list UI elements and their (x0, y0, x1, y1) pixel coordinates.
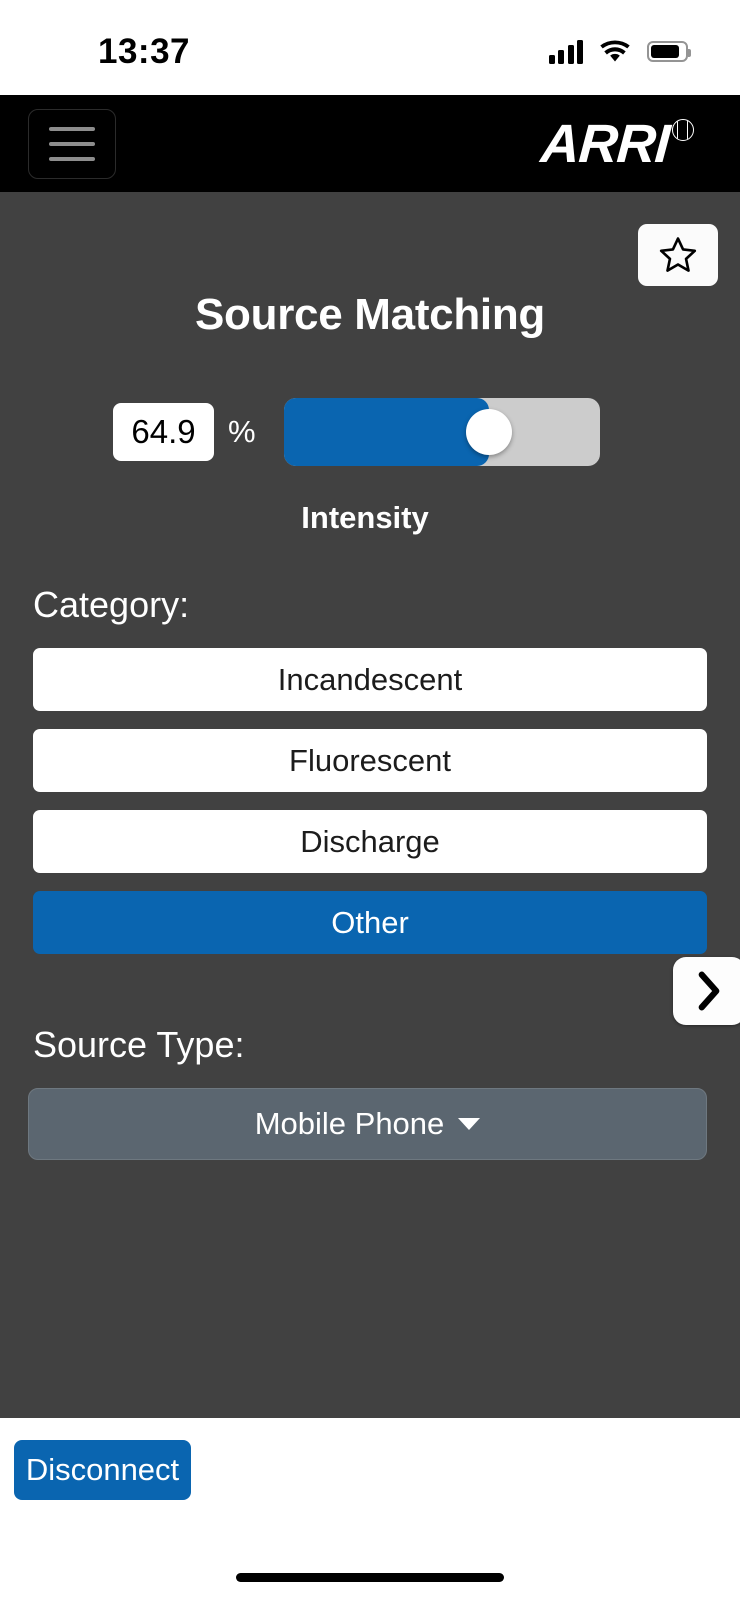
category-option-other[interactable]: Other (33, 891, 707, 954)
hamburger-menu-icon[interactable] (28, 109, 116, 179)
slider-fill (284, 398, 489, 466)
arri-registered-mark-icon (672, 119, 694, 141)
favorite-button[interactable] (638, 224, 718, 286)
category-option-discharge[interactable]: Discharge (33, 810, 707, 873)
status-bar: 13:37 (0, 0, 740, 95)
category-option-label: Incandescent (278, 662, 462, 698)
arri-logo-text: ARRI (539, 117, 671, 171)
disconnect-button[interactable]: Disconnect (14, 1440, 191, 1500)
phone-screen: 13:37 ARRI (0, 0, 740, 1604)
chevron-right-icon (696, 971, 722, 1011)
chevron-down-icon (458, 1118, 480, 1130)
intensity-control-row: 64.9 % (0, 398, 740, 466)
footer-bar: Disconnect (0, 1418, 740, 1604)
source-type-dropdown[interactable]: Mobile Phone (28, 1088, 707, 1160)
wifi-icon (599, 40, 631, 64)
slider-thumb[interactable] (466, 409, 512, 455)
category-option-incandescent[interactable]: Incandescent (33, 648, 707, 711)
source-type-label: Source Type: (0, 1024, 740, 1066)
intensity-value-input[interactable]: 64.9 (113, 403, 214, 461)
home-indicator (236, 1573, 504, 1582)
star-icon (656, 234, 700, 276)
category-options-list: Incandescent Fluorescent Discharge Other (0, 648, 740, 954)
intensity-label: Intensity (0, 500, 740, 536)
category-option-fluorescent[interactable]: Fluorescent (33, 729, 707, 792)
intensity-unit-label: % (228, 414, 256, 450)
app-header-bar: ARRI (0, 95, 740, 192)
next-page-button[interactable] (673, 957, 740, 1025)
category-label: Category: (0, 584, 740, 626)
category-option-label: Discharge (300, 824, 440, 860)
battery-icon (647, 41, 688, 62)
arri-logo: ARRI (541, 117, 694, 171)
category-option-label: Fluorescent (289, 743, 451, 779)
main-content: Source Matching 64.9 % Intensity Categor… (0, 192, 740, 1418)
source-type-value: Mobile Phone (255, 1106, 445, 1142)
cellular-signal-icon (549, 40, 584, 64)
status-icons (549, 40, 689, 64)
status-time: 13:37 (98, 32, 190, 72)
page-title: Source Matching (0, 192, 740, 340)
intensity-slider[interactable] (284, 398, 600, 466)
category-option-label: Other (331, 905, 409, 941)
